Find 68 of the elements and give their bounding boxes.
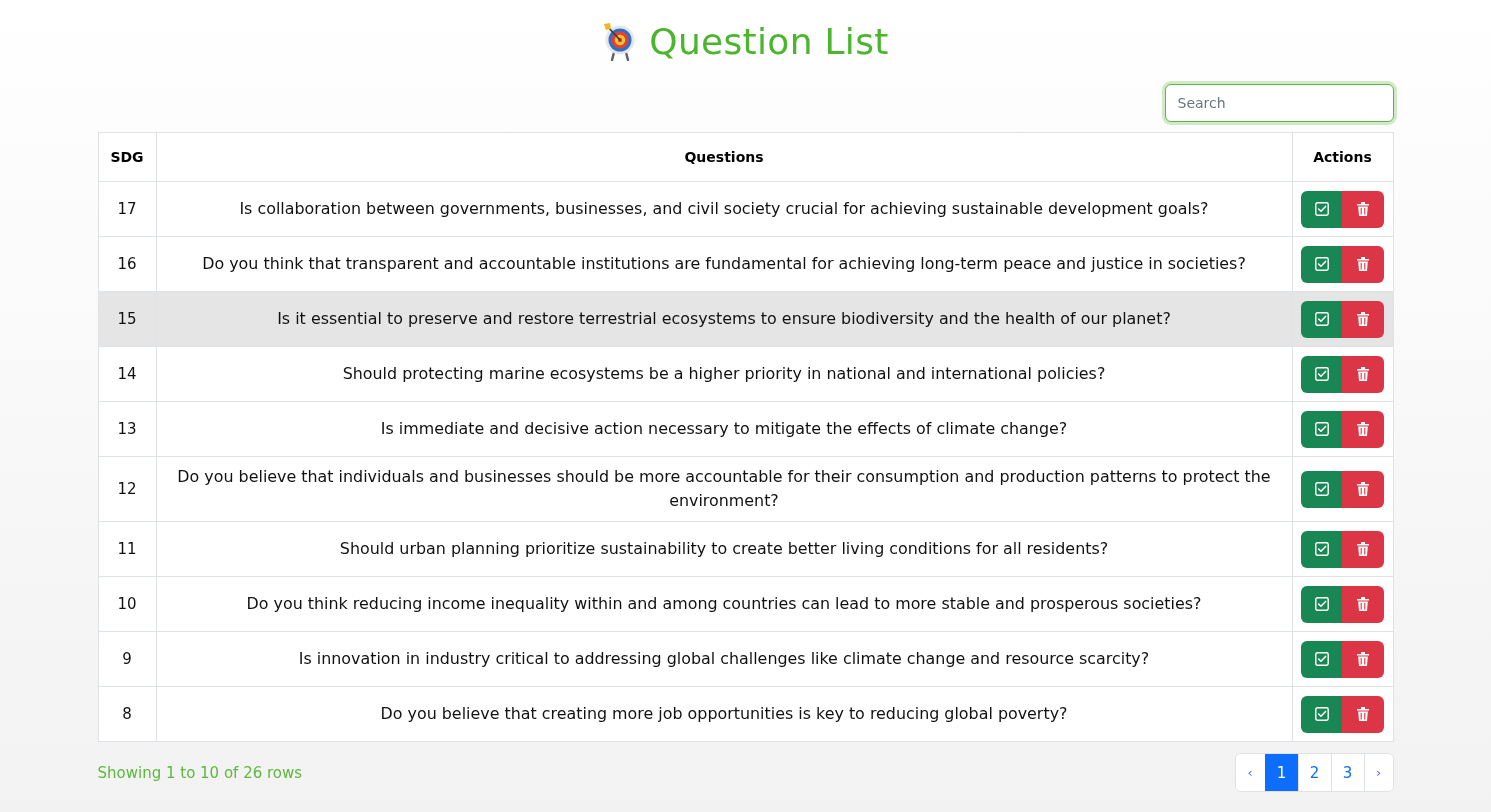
check-square-icon (1314, 367, 1329, 381)
table-cell: Should protecting marine ecosystems be a higher priority in national and international policies? (156, 346, 1292, 402)
table-cell: Do you think reducing income inequality within and among countries can lead to more stable and prosperous societies? (156, 576, 1292, 632)
delete-button[interactable] (1342, 695, 1384, 733)
table-cell: 14 (98, 346, 156, 402)
page-button[interactable]: 1 (1264, 754, 1298, 791)
page-button[interactable]: › (1363, 754, 1393, 791)
delete-button[interactable] (1342, 190, 1384, 228)
table-cell: Do you believe that individuals and businesses should be more accountable for their consumption and production patterns to protect the environment? (156, 456, 1292, 522)
edit-button[interactable] (1301, 695, 1342, 733)
table-cell: 13 (98, 401, 156, 457)
edit-button[interactable] (1301, 640, 1342, 678)
check-square-icon (1314, 542, 1329, 556)
table-cell: 12 (98, 456, 156, 522)
check-square-icon (1314, 422, 1329, 436)
table-cell: 10 (98, 576, 156, 632)
table-cell: 17 (98, 181, 156, 237)
table-cell: Is immediate and decisive action necessary to mitigate the effects of climate change? (156, 401, 1292, 457)
edit-button[interactable] (1301, 530, 1342, 568)
delete-button[interactable] (1342, 640, 1384, 678)
trash-icon (1357, 482, 1369, 496)
trash-icon (1357, 367, 1369, 381)
check-square-icon (1314, 312, 1329, 326)
table-cell: 15 (98, 291, 156, 347)
edit-button[interactable] (1301, 190, 1342, 228)
delete-button[interactable] (1342, 585, 1384, 623)
table-cell: Should urban planning prioritize sustainability to create better living conditions for all residents? (156, 521, 1292, 577)
search-field[interactable]: Search (1164, 84, 1394, 122)
delete-button[interactable] (1342, 245, 1384, 283)
table-cell: Is innovation in industry critical to addressing global challenges like climate change and resource scarcity? (156, 631, 1292, 687)
trash-icon (1357, 707, 1369, 721)
trash-icon (1357, 542, 1369, 556)
edit-button[interactable] (1301, 585, 1342, 623)
check-square-icon (1314, 707, 1329, 721)
trash-icon (1357, 597, 1369, 611)
table-cell: 11 (98, 521, 156, 577)
table-cell: Do you believe that creating more job opportunities is key to reducing global poverty? (156, 686, 1292, 742)
delete-button[interactable] (1342, 530, 1384, 568)
trash-icon (1357, 257, 1369, 271)
delete-button[interactable] (1342, 410, 1384, 448)
column-header: Questions (156, 132, 1292, 182)
table-cell: 16 (98, 236, 156, 292)
edit-button[interactable] (1301, 245, 1342, 283)
table-cell: Is collaboration between governments, businesses, and civil society crucial for achieving sustainable development goals? (156, 181, 1292, 237)
column-header: SDG (98, 132, 156, 182)
check-square-icon (1314, 482, 1329, 496)
check-square-icon (1314, 257, 1329, 271)
check-square-icon (1314, 202, 1329, 216)
edit-button[interactable] (1301, 410, 1342, 448)
delete-button[interactable] (1342, 470, 1384, 508)
trash-icon (1357, 422, 1369, 436)
trash-icon (1357, 312, 1369, 326)
delete-button[interactable] (1342, 300, 1384, 338)
edit-button[interactable] (1301, 470, 1342, 508)
table-cell: 8 (98, 686, 156, 742)
edit-button[interactable] (1301, 300, 1342, 338)
trash-icon (1357, 202, 1369, 216)
check-square-icon (1314, 652, 1329, 666)
edit-button[interactable] (1301, 355, 1342, 393)
column-header: Actions (1292, 132, 1393, 182)
delete-button[interactable] (1342, 355, 1384, 393)
table-cell: Is it essential to preserve and restore terrestrial ecosystems to ensure biodiversity and the health of our planet? (156, 291, 1292, 347)
trash-icon (1357, 652, 1369, 666)
rows-summary: Showing 1 to 10 of 26 rows (97, 763, 303, 782)
page-title: Question List (649, 20, 889, 64)
check-square-icon (1314, 597, 1329, 611)
table-cell: Do you think that transparent and accountable institutions are fundamental for achieving long-term peace and justice in societies? (156, 236, 1292, 292)
table-cell: 9 (98, 631, 156, 687)
